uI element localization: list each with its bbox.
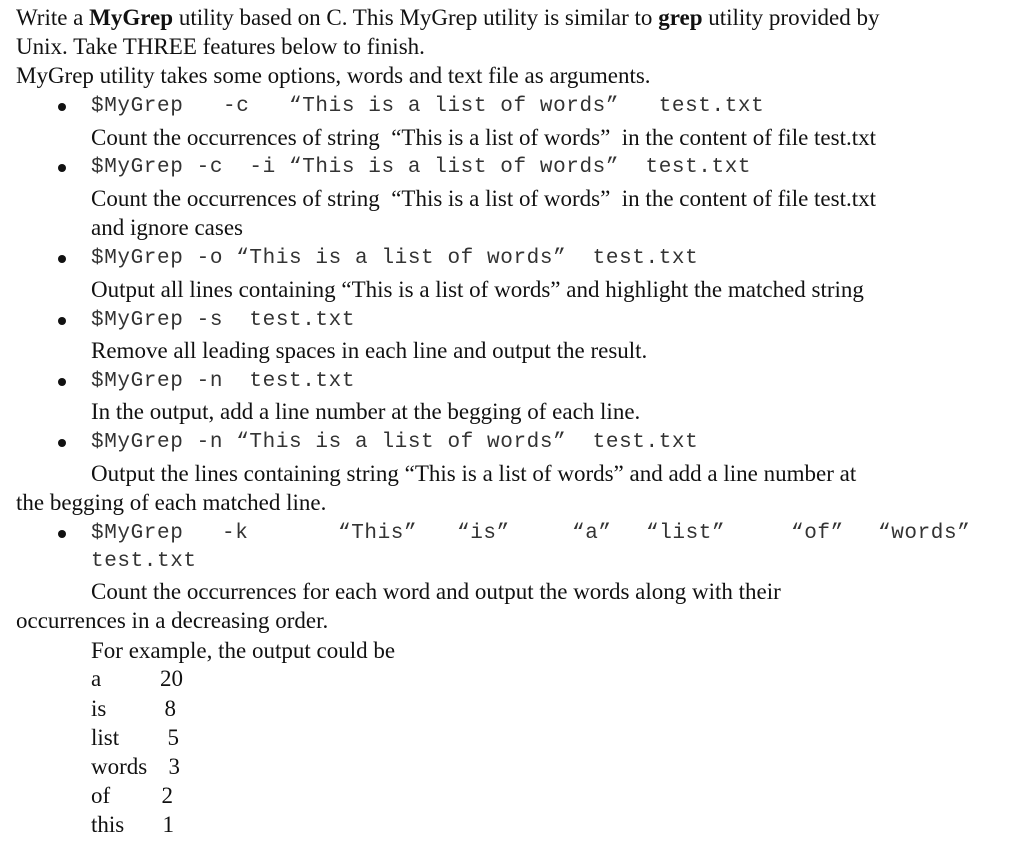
feature-3-command: $MyGrep -o “This is a list of words” tes… bbox=[91, 247, 699, 270]
example-count: 1 bbox=[162, 812, 175, 837]
feature-6-command: $MyGrep -n “This is a list of words” tes… bbox=[91, 431, 699, 454]
feature-7-option: -k bbox=[222, 522, 249, 545]
feature-7-file: test.txt bbox=[91, 550, 197, 573]
intro-text: Write a bbox=[16, 5, 90, 30]
feature-7-arg-is: “is” bbox=[457, 522, 510, 545]
feature-2-description-cont: and ignore cases bbox=[91, 215, 243, 240]
example-word: is bbox=[91, 696, 107, 721]
intro-line-1: Write a MyGrep utility based on C. This … bbox=[16, 4, 879, 32]
document-page: Write a MyGrep utility based on C. This … bbox=[0, 0, 1024, 850]
example-word: list bbox=[91, 725, 120, 750]
example-count: 3 bbox=[168, 754, 181, 779]
bullet-icon bbox=[58, 530, 66, 538]
intro-line-2: Unix. Take THREE features below to finis… bbox=[16, 34, 425, 59]
feature-6-description-cont: the begging of each matched line. bbox=[16, 490, 327, 515]
example-count: 20 bbox=[160, 666, 183, 691]
example-count: 5 bbox=[167, 725, 180, 750]
feature-5-command: $MyGrep -n test.txt bbox=[91, 370, 356, 393]
bullet-icon bbox=[58, 255, 66, 263]
example-word: this bbox=[91, 812, 125, 837]
feature-2-description: Count the occurrences of string “This is… bbox=[91, 186, 877, 211]
feature-5-description: In the output, add a line number at the … bbox=[91, 399, 641, 424]
feature-1-command: $MyGrep -c “This is a list of words” tes… bbox=[91, 95, 765, 118]
grep-bold: grep bbox=[658, 5, 703, 30]
example-count: 2 bbox=[161, 783, 174, 808]
feature-1-description: Count the occurrences of string “This is… bbox=[91, 125, 877, 150]
feature-7-arg-a: “a” bbox=[572, 522, 612, 545]
intro-line-3: MyGrep utility takes some options, words… bbox=[16, 63, 651, 88]
feature-7-arg-of: “of” bbox=[791, 522, 844, 545]
bullet-icon bbox=[58, 317, 66, 325]
feature-4-command: $MyGrep -s test.txt bbox=[91, 309, 356, 332]
feature-3-description: Output all lines containing “This is a l… bbox=[91, 277, 864, 302]
bullet-icon bbox=[58, 164, 66, 172]
mygrep-bold: MyGrep bbox=[89, 5, 174, 30]
intro-text: utility provided by bbox=[702, 5, 880, 30]
feature-7-arg-this: “This” bbox=[338, 522, 418, 545]
feature-6-description: Output the lines containing string “This… bbox=[91, 461, 857, 486]
example-word: words bbox=[91, 754, 148, 779]
example-count: 8 bbox=[164, 696, 177, 721]
bullet-icon bbox=[58, 439, 66, 447]
bullet-icon bbox=[58, 378, 66, 386]
feature-2-command: $MyGrep -c -i “This is a list of words” … bbox=[91, 156, 752, 179]
example-word: of bbox=[91, 783, 111, 808]
feature-7-command-name: $MyGrep bbox=[91, 522, 184, 545]
feature-7-description-cont: occurrences in a decreasing order. bbox=[16, 608, 329, 633]
feature-4-description: Remove all leading spaces in each line a… bbox=[91, 338, 648, 363]
intro-text: utility based on C. This MyGrep utility … bbox=[173, 5, 659, 30]
feature-7-arg-list: “list” bbox=[646, 522, 726, 545]
example-intro: For example, the output could be bbox=[91, 638, 396, 663]
feature-7-arg-words: “words” bbox=[878, 522, 971, 545]
bullet-icon bbox=[58, 103, 66, 111]
feature-7-description: Count the occurrences for each word and … bbox=[91, 579, 781, 604]
example-word: a bbox=[91, 666, 102, 691]
